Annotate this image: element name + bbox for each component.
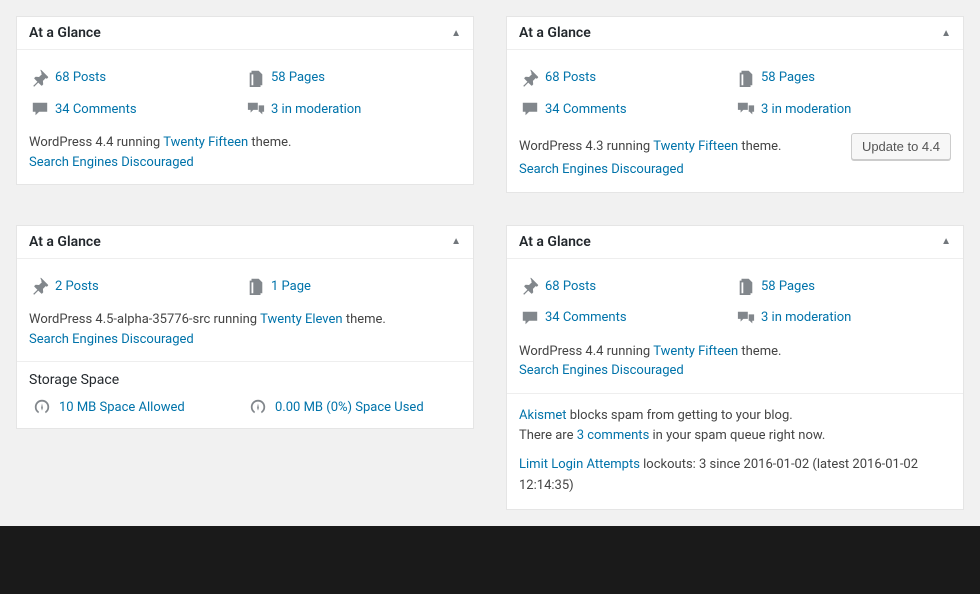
akismet-block: Akismet blocks spam from getting to your… <box>507 393 963 509</box>
theme-link[interactable]: Twenty Fifteen <box>163 135 248 150</box>
version-text-post: theme. <box>738 139 781 154</box>
pages-link[interactable]: 58 Pages <box>761 68 815 88</box>
collapse-icon[interactable]: ▲ <box>941 28 951 39</box>
limit-login-link[interactable]: Limit Login Attempts <box>519 457 640 472</box>
version-text-post: theme. <box>248 135 291 150</box>
widget-body: 68 Posts 58 Pages 34 Comments 3 in moder… <box>507 259 963 393</box>
theme-link[interactable]: Twenty Eleven <box>260 312 343 327</box>
theme-link[interactable]: Twenty Fifteen <box>653 344 738 359</box>
widget-body: 2 Posts 1 Page WordPress 4.5-alpha-35776… <box>17 259 473 362</box>
dashboard-icon <box>33 398 55 416</box>
widget-title: At a Glance <box>29 25 101 41</box>
widget-header: At a Glance ▲ <box>507 226 963 259</box>
search-engines-link[interactable]: Search Engines Discouraged <box>29 155 194 170</box>
search-engines-link[interactable]: Search Engines Discouraged <box>519 363 684 378</box>
comment-icon <box>29 100 51 118</box>
version-text-pre: WordPress 4.4 running <box>519 344 653 359</box>
at-a-glance-widget: At a Glance ▲ 68 Posts 58 Pages 34 Comm <box>16 16 474 185</box>
version-text-pre: WordPress 4.4 running <box>29 135 163 150</box>
collapse-icon[interactable]: ▲ <box>941 236 951 247</box>
page-icon <box>735 277 757 295</box>
theme-link[interactable]: Twenty Fifteen <box>653 139 738 154</box>
posts-link[interactable]: 2 Posts <box>55 277 99 297</box>
at-a-glance-widget: At a Glance ▲ 68 Posts 58 Pages 34 Comm <box>506 225 964 510</box>
at-a-glance-widget: At a Glance ▲ 2 Posts 1 Page WordPress 4… <box>16 225 474 430</box>
widget-title: At a Glance <box>29 234 101 250</box>
comment-icon <box>519 309 541 327</box>
version-text-post: theme. <box>738 344 781 359</box>
version-text-post: theme. <box>343 312 386 327</box>
search-engines-link[interactable]: Search Engines Discouraged <box>29 332 194 347</box>
space-allowed-link[interactable]: 10 MB Space Allowed <box>59 400 185 415</box>
moderation-link[interactable]: 3 in moderation <box>761 308 851 328</box>
page-icon <box>245 277 267 295</box>
pages-link[interactable]: 58 Pages <box>761 277 815 297</box>
akismet-link[interactable]: Akismet <box>519 408 567 423</box>
page-icon <box>735 69 757 87</box>
posts-link[interactable]: 68 Posts <box>545 277 596 297</box>
collapse-icon[interactable]: ▲ <box>451 236 461 247</box>
collapse-icon[interactable]: ▲ <box>451 28 461 39</box>
widget-body: 68 Posts 58 Pages 34 Comments 3 in moder… <box>17 50 473 184</box>
comments-link[interactable]: 34 Comments <box>55 100 137 120</box>
page-icon <box>245 69 267 87</box>
update-button[interactable]: Update to 4.4 <box>851 133 951 160</box>
search-engines-link[interactable]: Search Engines Discouraged <box>519 162 684 177</box>
comment-icon <box>519 100 541 118</box>
pages-link[interactable]: 58 Pages <box>271 68 325 88</box>
pin-icon <box>519 277 541 295</box>
comments-link[interactable]: 34 Comments <box>545 308 627 328</box>
widget-header: At a Glance ▲ <box>507 17 963 50</box>
moderation-icon <box>245 100 267 118</box>
widget-title: At a Glance <box>519 25 591 41</box>
widget-title: At a Glance <box>519 234 591 250</box>
moderation-icon <box>735 309 757 327</box>
comments-link[interactable]: 34 Comments <box>545 100 627 120</box>
moderation-link[interactable]: 3 in moderation <box>761 100 851 120</box>
spam-comments-link[interactable]: 3 comments <box>577 428 650 443</box>
akismet-text: blocks spam from getting to your blog. <box>567 408 793 423</box>
pin-icon <box>29 69 51 87</box>
moderation-link[interactable]: 3 in moderation <box>271 100 361 120</box>
pin-icon <box>519 69 541 87</box>
moderation-icon <box>735 100 757 118</box>
posts-link[interactable]: 68 Posts <box>545 68 596 88</box>
pages-link[interactable]: 1 Page <box>271 277 311 297</box>
widget-header: At a Glance ▲ <box>17 226 473 259</box>
version-text-pre: WordPress 4.3 running <box>519 139 653 154</box>
storage-space-title: Storage Space <box>17 361 473 392</box>
version-text-pre: WordPress 4.5-alpha-35776-src running <box>29 312 260 327</box>
posts-link[interactable]: 68 Posts <box>55 68 106 88</box>
dashboard-icon <box>249 398 271 416</box>
widget-body: 68 Posts 58 Pages 34 Comments 3 in moder… <box>507 50 963 192</box>
space-used-link[interactable]: 0.00 MB (0%) Space Used <box>275 400 424 415</box>
spam-text-pre: There are <box>519 428 577 443</box>
spam-text-post: in your spam queue right now. <box>649 428 825 443</box>
pin-icon <box>29 277 51 295</box>
widget-header: At a Glance ▲ <box>17 17 473 50</box>
at-a-glance-widget: At a Glance ▲ 68 Posts 58 Pages 34 Comm <box>506 16 964 193</box>
